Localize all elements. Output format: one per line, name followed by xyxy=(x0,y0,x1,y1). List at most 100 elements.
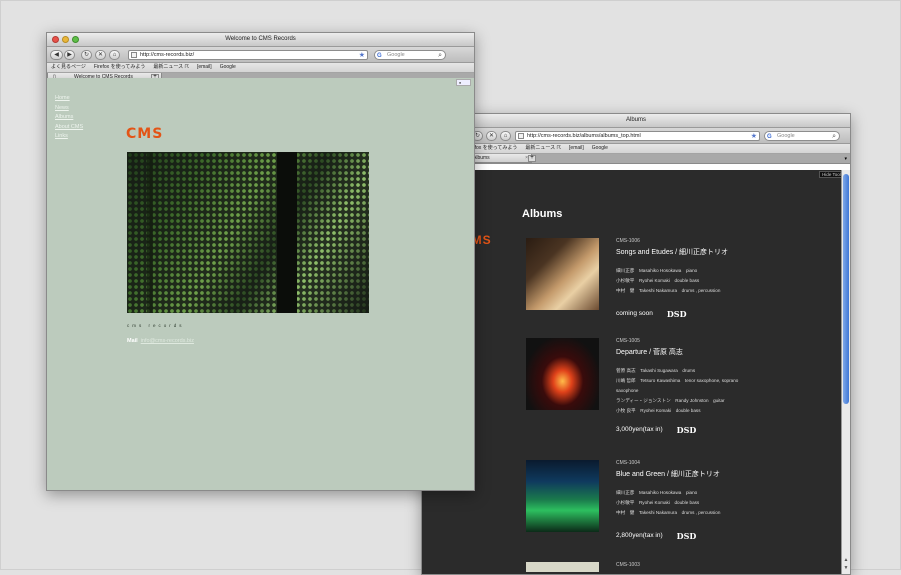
url-bar[interactable]: http://cms-records.biz/ ★ xyxy=(128,49,368,60)
album-cover[interactable] xyxy=(526,562,599,572)
tab-label: Albums xyxy=(473,155,490,161)
mail-link[interactable]: info@cms-records.biz xyxy=(141,338,194,344)
bookmark-item[interactable]: Firefox を使ってみよう xyxy=(94,63,145,72)
bookmark-item[interactable]: 最新ニュース ☈ xyxy=(153,63,189,72)
member-line: 菅原 高志 Takashi Sugawara drums xyxy=(616,368,696,373)
site-navigation: Home News Albums About CMS Links xyxy=(55,94,83,142)
url-text: http://cms-records.biz/albums/albums_top… xyxy=(527,132,641,139)
nav-item-home[interactable]: Home xyxy=(55,94,83,104)
site-icon xyxy=(518,132,524,139)
plus-icon: + xyxy=(530,155,534,161)
album-price: coming soon xyxy=(616,310,653,317)
bookmark-item[interactable]: Google xyxy=(220,63,236,72)
nav-item-albums[interactable]: Albums xyxy=(55,113,83,123)
catalog-number: CMS-1005 xyxy=(616,338,640,344)
dsd-logo: DSD xyxy=(676,424,697,435)
album-cover[interactable] xyxy=(526,238,599,310)
title-bar[interactable]: Albums xyxy=(422,114,850,128)
home-icon: ⌂ xyxy=(503,132,508,139)
member-line: 小杉敏平 Ryohei Komaki double bass xyxy=(616,278,700,283)
scroll-up-icon[interactable]: ▲ xyxy=(842,557,850,564)
zoom-window-button[interactable] xyxy=(72,36,79,43)
dsd-logo: DSD xyxy=(676,530,697,541)
member-line: 中村 健 Takeshi Nakamura drums , percussion xyxy=(616,510,721,515)
album-price: 3,000yen(tax in) xyxy=(616,426,663,433)
back-arrow-icon: ◀ xyxy=(54,51,59,58)
catalog-number: CMS-1004 xyxy=(616,460,640,466)
home-icon: ⌂ xyxy=(112,51,117,58)
tab-strip: Albums × + ▾ xyxy=(422,154,850,164)
album-title[interactable]: Blue and Green / 細川正彦トリオ xyxy=(616,469,836,479)
scrollbar-thumb[interactable] xyxy=(843,174,849,404)
stop-icon: ✕ xyxy=(488,132,495,139)
search-input[interactable]: G Google ⌕ xyxy=(374,49,446,60)
browser-window-albums[interactable]: Albums ↻ ✕ ⌂ http://cms-records.biz/albu… xyxy=(421,113,851,575)
new-tab-button[interactable]: + xyxy=(528,155,536,162)
member-line: 中村 健 Takeshi Nakamura drums , percussion xyxy=(616,288,721,293)
nav-item-news[interactable]: News xyxy=(55,104,83,114)
album-cover[interactable] xyxy=(526,338,599,410)
window-title: Welcome to CMS Records xyxy=(225,36,296,42)
stop-icon: ✕ xyxy=(97,51,104,58)
bookmark-item[interactable]: [email] xyxy=(197,63,212,72)
member-line: saxophone xyxy=(616,388,639,393)
bookmarks-bar: Firefox を使ってみよう 最新ニュース ☈ [email] Google xyxy=(422,144,850,154)
search-input[interactable]: G Google ⌕ xyxy=(764,130,840,141)
scroll-down-icon[interactable]: ▼ xyxy=(842,565,850,572)
stop-button[interactable]: ✕ xyxy=(486,130,497,141)
search-icon[interactable]: ⌕ xyxy=(438,51,442,60)
search-icon[interactable]: ⌕ xyxy=(832,132,836,141)
catalog-number: CMS-1006 xyxy=(616,238,640,244)
nav-item-links[interactable]: Links xyxy=(55,132,83,142)
share-button[interactable]: ● xyxy=(455,79,471,86)
navigation-toolbar: ◀ ▶ ↻ ✕ ⌂ http://cms-records.biz/ ★ G Go… xyxy=(47,47,474,63)
window-controls xyxy=(52,36,79,43)
mail-contact: Mail info@cms-records.biz xyxy=(127,338,194,344)
mail-label: Mail xyxy=(127,338,138,344)
minimize-window-button[interactable] xyxy=(62,36,69,43)
vertical-scrollbar[interactable]: ▲ ▼ xyxy=(841,170,850,574)
bookmark-item[interactable]: [email] xyxy=(569,144,584,153)
home-button[interactable]: ⌂ xyxy=(109,49,120,60)
dsd-logo: DSD xyxy=(666,308,687,319)
bookmark-item[interactable]: Google xyxy=(592,144,608,153)
browser-window-home[interactable]: Welcome to CMS Records ◀ ▶ ↻ ✕ ⌂ http://… xyxy=(46,32,475,491)
bookmark-item[interactable]: よく見るページ xyxy=(51,63,86,72)
member-line: 細川正彦 Masahiko Hosokawa piano xyxy=(616,490,698,495)
page-content-home: ● Home News Albums About CMS Links CMS c… xyxy=(47,78,474,490)
url-bar[interactable]: http://cms-records.biz/albums/albums_top… xyxy=(515,130,760,141)
navigation-toolbar: ↻ ✕ ⌂ http://cms-records.biz/albums/albu… xyxy=(422,128,850,144)
reload-icon: ↻ xyxy=(474,132,481,139)
title-bar[interactable]: Welcome to CMS Records xyxy=(47,33,474,47)
member-line: 小杉敏平 Ryohei Komaki double bass xyxy=(616,500,700,505)
album-cover[interactable] xyxy=(526,460,599,532)
forward-button[interactable]: ▶ xyxy=(64,49,75,60)
reload-button[interactable]: ↻ xyxy=(81,49,92,60)
home-button[interactable]: ⌂ xyxy=(500,130,511,141)
member-line: 細川正彦 Masahiko Hosokawa piano xyxy=(616,268,698,273)
bookmark-star-icon[interactable]: ★ xyxy=(359,51,365,60)
reload-icon: ↻ xyxy=(83,51,90,58)
google-icon: G xyxy=(377,52,382,59)
url-text: http://cms-records.biz/ xyxy=(140,51,195,58)
bookmark-item[interactable]: 最新ニュース ☈ xyxy=(525,144,561,153)
catalog-number: CMS-1003 xyxy=(616,562,640,568)
cms-logo: CMS xyxy=(126,126,164,142)
nav-item-about[interactable]: About CMS xyxy=(55,123,83,133)
hero-image xyxy=(127,152,369,313)
bookmarks-bar: よく見るページ Firefox を使ってみよう 最新ニュース ☈ [email]… xyxy=(47,63,474,73)
album-title[interactable]: Songs and Etudes / 細川正彦トリオ xyxy=(616,247,836,257)
forward-arrow-icon: ▶ xyxy=(67,51,72,58)
page-content-albums: Hide Tools CMS Albums CMS-1006 Songs and… xyxy=(422,170,850,574)
close-window-button[interactable] xyxy=(52,36,59,43)
member-line: 小牧 良平 Ryohei Komaki double bass xyxy=(616,408,701,413)
member-line: 川嶋 哲郎 Tetsuro Kawashima tenor saxophone,… xyxy=(616,378,739,383)
stop-button[interactable]: ✕ xyxy=(95,49,106,60)
bookmark-star-icon[interactable]: ★ xyxy=(751,132,757,141)
album-title[interactable]: Departure / 菅原 高志 xyxy=(616,347,836,357)
tab-list-icon[interactable]: ▾ xyxy=(844,155,847,164)
site-icon xyxy=(131,51,137,58)
window-title: Albums xyxy=(625,117,646,123)
back-button[interactable]: ◀ xyxy=(50,49,63,60)
google-icon: G xyxy=(767,133,772,140)
